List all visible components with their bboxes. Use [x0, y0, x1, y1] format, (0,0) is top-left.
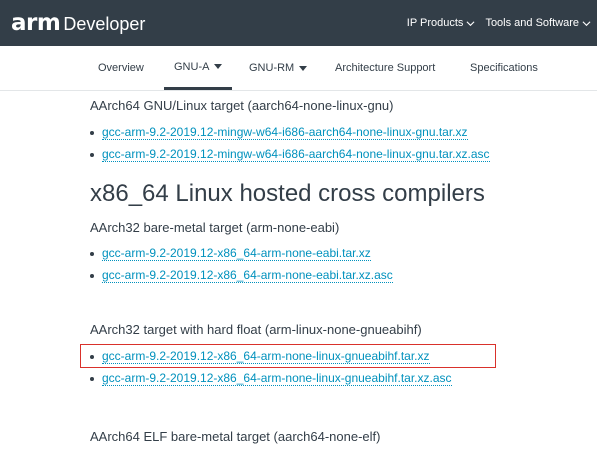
- bullet-icon: [90, 251, 94, 256]
- list-item: gcc-arm-9.2-2019.12-mingw-w64-i686-aarch…: [90, 147, 490, 162]
- download-link[interactable]: gcc-arm-9.2-2019.12-x86_64-arm-none-linu…: [102, 371, 452, 386]
- download-link[interactable]: gcc-arm-9.2-2019.12-x86_64-arm-none-eabi…: [102, 268, 393, 283]
- tab-architecture-support[interactable]: Architecture Support: [335, 46, 435, 90]
- sub-navigation: Overview GNU-A GNU-RM Architecture Suppo…: [0, 46, 597, 91]
- section-title-aarch64-linux: AArch64 GNU/Linux target (aarch64-none-l…: [90, 98, 394, 113]
- section-title-aarch64-elf: AArch64 ELF bare-metal target (aarch64-n…: [90, 429, 381, 444]
- nav-tools-and-software[interactable]: Tools and Software: [485, 17, 591, 29]
- list-item: gcc-arm-9.2-2019.12-x86_64-arm-none-linu…: [90, 371, 452, 386]
- caret-down-icon: [299, 65, 308, 71]
- list-item: gcc-arm-9.2-2019.12-x86_64-arm-none-eabi…: [90, 246, 371, 261]
- bullet-icon: [90, 130, 94, 135]
- tab-specifications-label: Specifications: [470, 62, 538, 74]
- page-heading: x86_64 Linux hosted cross compilers: [90, 180, 485, 207]
- list-item: gcc-arm-9.2-2019.12-x86_64-arm-none-eabi…: [90, 268, 393, 283]
- tab-overview[interactable]: Overview: [98, 46, 144, 90]
- top-header: arm Developer IP Products Tools and Soft…: [0, 0, 597, 46]
- logo-developer-text: Developer: [63, 14, 146, 34]
- tab-gnu-a-label: GNU-A: [174, 60, 210, 73]
- download-link[interactable]: gcc-arm-9.2-2019.12-x86_64-arm-none-eabi…: [102, 246, 371, 261]
- download-link[interactable]: gcc-arm-9.2-2019.12-mingw-w64-i686-aarch…: [102, 147, 490, 162]
- tab-overview-label: Overview: [98, 62, 144, 74]
- tab-gnu-a[interactable]: GNU-A: [164, 46, 233, 90]
- download-link-highlighted[interactable]: gcc-arm-9.2-2019.12-x86_64-arm-none-linu…: [102, 349, 430, 364]
- caret-down-icon: [214, 64, 223, 69]
- tab-architecture-support-label: Architecture Support: [335, 62, 436, 74]
- logo-arm-text: arm: [11, 10, 61, 36]
- nav-ip-products-label: IP Products: [406, 17, 464, 29]
- nav-tools-and-software-label: Tools and Software: [485, 17, 579, 29]
- chevron-down-icon: [582, 20, 591, 26]
- bullet-icon: [90, 273, 94, 278]
- download-link[interactable]: gcc-arm-9.2-2019.12-mingw-w64-i686-aarch…: [102, 125, 468, 140]
- list-item: gcc-arm-9.2-2019.12-x86_64-arm-none-linu…: [90, 349, 430, 364]
- arm-developer-logo[interactable]: arm Developer: [11, 10, 145, 36]
- tab-gnu-rm[interactable]: GNU-RM: [249, 46, 308, 90]
- bullet-icon: [90, 376, 94, 381]
- nav-ip-products[interactable]: IP Products: [407, 17, 476, 29]
- section-title-aarch32-hard-float: AArch32 target with hard float (arm-linu…: [90, 322, 422, 337]
- list-item: gcc-arm-9.2-2019.12-mingw-w64-i686-aarch…: [90, 125, 468, 140]
- bullet-icon: [90, 152, 94, 157]
- tab-gnu-rm-label: GNU-RM: [249, 62, 295, 74]
- tab-specifications[interactable]: Specifications: [470, 46, 538, 90]
- top-nav: IP Products Tools and Software: [407, 0, 591, 46]
- section-title-aarch32-bare-metal: AArch32 bare-metal target (arm-none-eabi…: [90, 220, 340, 235]
- bullet-icon: [90, 354, 94, 359]
- chevron-down-icon: [466, 20, 475, 26]
